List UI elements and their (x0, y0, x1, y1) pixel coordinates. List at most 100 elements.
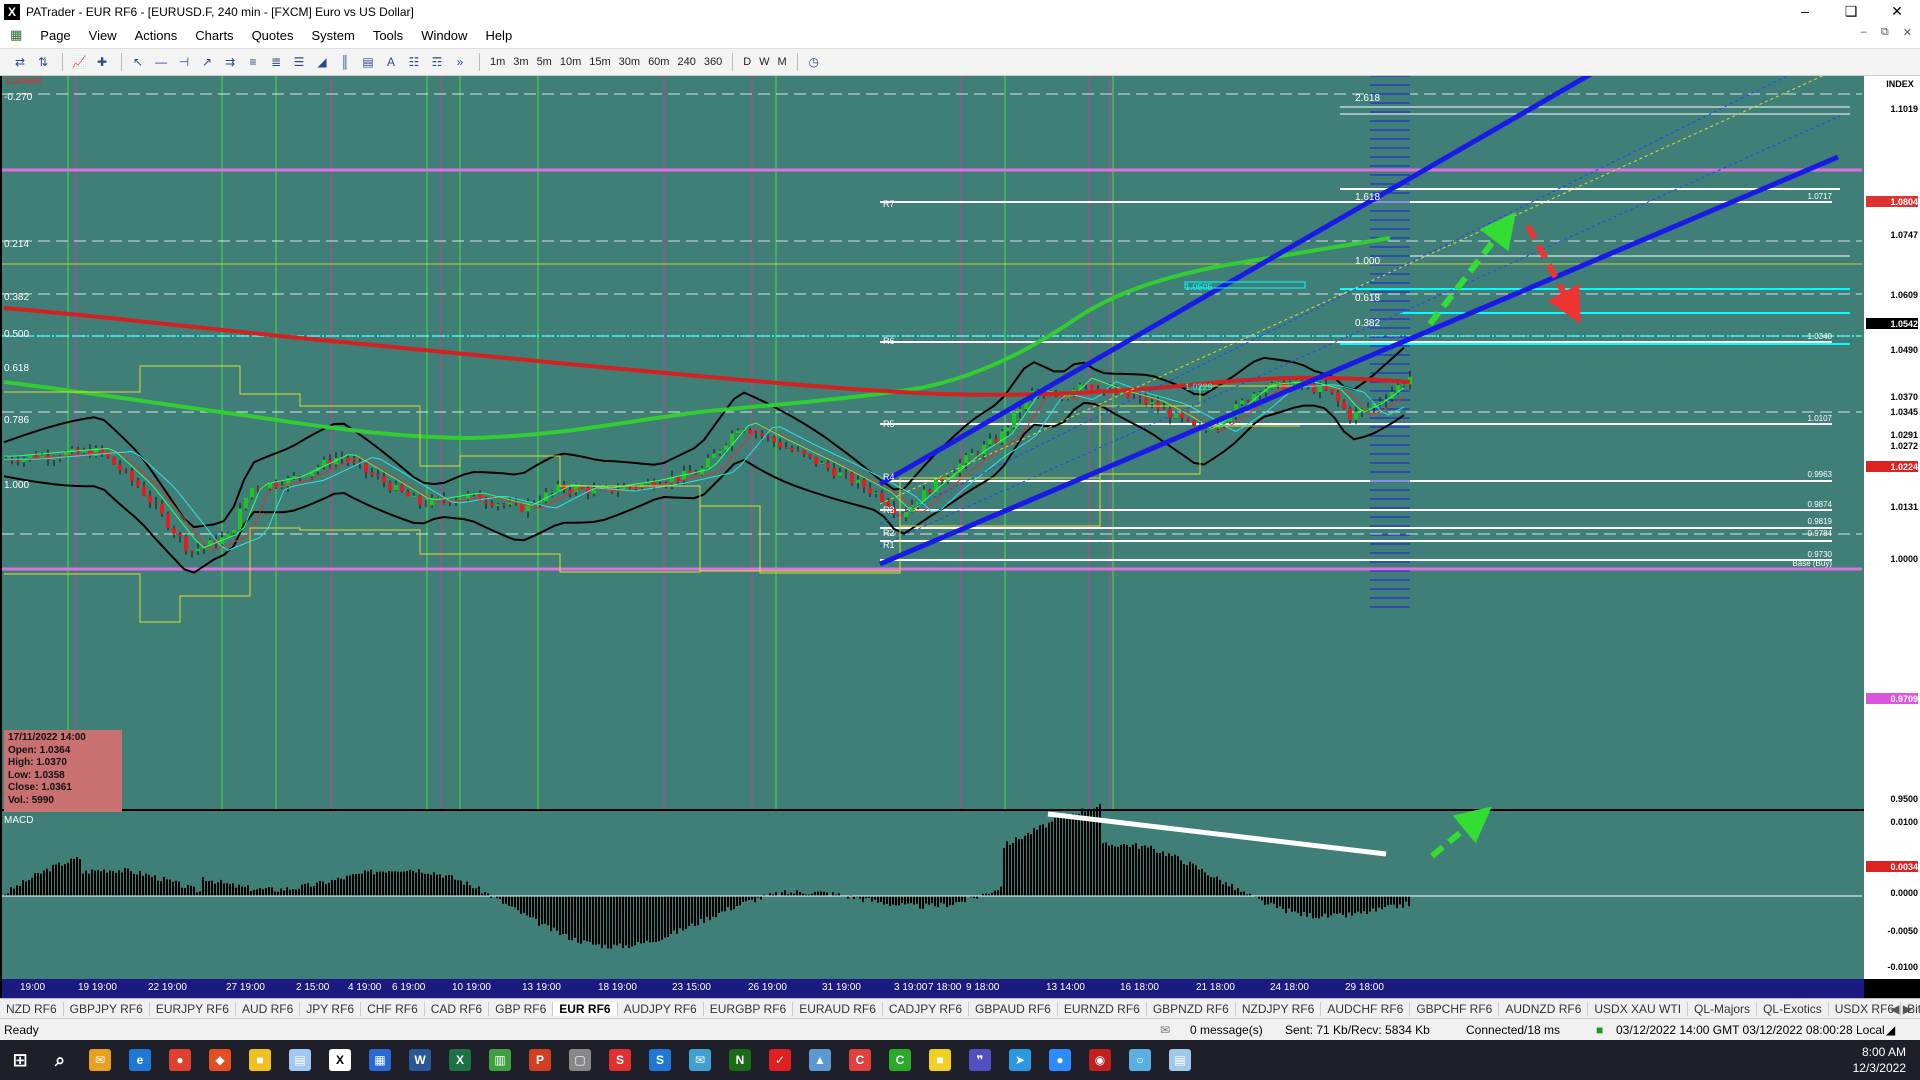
symbol-tab[interactable]: EURJPY RF6 (150, 1001, 236, 1016)
symbol-tab[interactable]: GBP RF6 (489, 1001, 554, 1016)
timeframe-360[interactable]: 360 (704, 56, 722, 68)
zoom-taskbar-icon[interactable]: ● (1040, 1040, 1080, 1080)
symbol-tab[interactable]: JPY RF6 (300, 1001, 362, 1016)
symbol-tab[interactable]: QL-Majors (1688, 1001, 1758, 1016)
trendline-tool-icon[interactable]: ↗ (197, 52, 217, 72)
pointer-icon[interactable]: ↖ (128, 52, 148, 72)
chrome-taskbar-icon[interactable]: ● (160, 1040, 200, 1080)
symbol-tab[interactable]: AUDCHF RF6 (1321, 1001, 1411, 1016)
symbol-tab[interactable]: GBPJPY RF6 (64, 1001, 150, 1016)
timeframe-10m[interactable]: 10m (560, 56, 581, 68)
menu-window[interactable]: Window (412, 28, 476, 43)
line-tool-icon[interactable]: — (151, 52, 171, 72)
symbol-tab[interactable]: NZDJPY RF6 (1236, 1001, 1322, 1016)
patrader-taskbar-icon[interactable]: X (320, 1040, 360, 1080)
fib-tool-icon[interactable]: ≡ (243, 52, 263, 72)
gann-tool-icon[interactable]: ◢ (312, 52, 332, 72)
levels-tool-icon[interactable]: ☷ (404, 52, 424, 72)
doc2-taskbar-icon[interactable]: ▤ (1160, 1040, 1200, 1080)
menu-help[interactable]: Help (476, 28, 521, 43)
telegram-taskbar-icon[interactable]: ➤ (1000, 1040, 1040, 1080)
timeframe-60m[interactable]: 60m (648, 56, 669, 68)
maximize-button[interactable]: ❑ (1828, 0, 1874, 24)
hline-tool-icon[interactable]: ⊣ (174, 52, 194, 72)
yellow-taskbar-icon[interactable]: ■ (920, 1040, 960, 1080)
symbol-tab[interactable]: EURAUD RF6 (793, 1001, 883, 1016)
text-tool-icon[interactable]: A (381, 52, 401, 72)
pitchfork-tool-icon[interactable]: ☰ (289, 52, 309, 72)
minimize-button[interactable]: – (1782, 0, 1828, 24)
menu-view[interactable]: View (80, 28, 126, 43)
mdi-restore-button[interactable]: ⧉ (1881, 26, 1889, 39)
timeframe-240[interactable]: 240 (677, 56, 695, 68)
levels2-tool-icon[interactable]: ☶ (427, 52, 447, 72)
timeframe-5m[interactable]: 5m (537, 56, 552, 68)
menu-quotes[interactable]: Quotes (243, 28, 303, 43)
s-app-taskbar-icon[interactable]: S (600, 1040, 640, 1080)
menu-actions[interactable]: Actions (126, 28, 187, 43)
circle-app-taskbar-icon[interactable]: ○ (1120, 1040, 1160, 1080)
timeframe-3m[interactable]: 3m (513, 56, 528, 68)
timeframe-d[interactable]: D (743, 56, 751, 68)
chart-area[interactable]: -0.270 0.214 0.382 0.500 0.618 0.786 1.000 Lock… (0, 76, 1920, 998)
symbol-tab[interactable]: USDX XAU WTI (1588, 1001, 1689, 1016)
menu-system[interactable]: System (302, 28, 363, 43)
mdi-close-button[interactable]: ✕ (1903, 26, 1912, 39)
timeframe-15m[interactable]: 15m (589, 56, 610, 68)
menu-tools[interactable]: Tools (364, 28, 412, 43)
purple-taskbar-icon[interactable]: ❞ (960, 1040, 1000, 1080)
red-app-taskbar-icon[interactable]: ✓ (760, 1040, 800, 1080)
start-taskbar-icon[interactable]: ⊞ (0, 1040, 40, 1080)
symbol-tab[interactable]: EURNZD RF6 (1058, 1001, 1147, 1016)
symbol-tab[interactable]: CAD RF6 (425, 1001, 490, 1016)
app-menu-icon[interactable]: ▦ (0, 27, 31, 43)
brave-taskbar-icon[interactable]: ◆ (200, 1040, 240, 1080)
symbol-tab[interactable]: NZD RF6 (0, 1001, 64, 1016)
charts-taskbar-icon[interactable]: ▥ (480, 1040, 520, 1080)
cycle-tool-icon[interactable]: ║ (335, 52, 355, 72)
symbol-tab[interactable]: AUD RF6 (236, 1001, 301, 1016)
c-green-taskbar-icon[interactable]: C (880, 1040, 920, 1080)
edge-taskbar-icon[interactable]: e (120, 1040, 160, 1080)
mdi-minimize-button[interactable]: – (1861, 26, 1867, 39)
timeframe-w[interactable]: W (759, 56, 769, 68)
symbol-tab[interactable]: CADJPY RF6 (883, 1001, 970, 1016)
symbol-tab[interactable]: AUDJPY RF6 (618, 1001, 704, 1016)
excel-taskbar-icon[interactable]: X (440, 1040, 480, 1080)
symbol-tab[interactable]: EUR RF6 (553, 1001, 618, 1016)
connect-icon[interactable]: ⇄ (10, 52, 30, 72)
symbol-tab[interactable]: CHF RF6 (361, 1001, 425, 1016)
symbol-tab[interactable]: QL-Exotics (1757, 1001, 1829, 1016)
channel-tool-icon[interactable]: ⇉ (220, 52, 240, 72)
box-tool-icon[interactable]: ▤ (358, 52, 378, 72)
more-tools-icon[interactable]: » (450, 52, 470, 72)
close-button[interactable]: ✕ (1874, 0, 1920, 24)
disconnect-icon[interactable]: ⇅ (33, 52, 53, 72)
s-blue-taskbar-icon[interactable]: S (640, 1040, 680, 1080)
timeframe-1m[interactable]: 1m (490, 56, 505, 68)
doc-taskbar-icon[interactable]: ▤ (280, 1040, 320, 1080)
c-red-taskbar-icon[interactable]: C (840, 1040, 880, 1080)
taskbar-clock[interactable]: 8:00 AM 12/3/2022 (1853, 1044, 1906, 1076)
symbol-tab[interactable]: GBPAUD RF6 (969, 1001, 1058, 1016)
menu-charts[interactable]: Charts (186, 28, 242, 43)
symbol-tab[interactable]: EURGBP RF6 (704, 1001, 794, 1016)
calculator-taskbar-icon[interactable]: ▦ (360, 1040, 400, 1080)
clock-icon[interactable]: ◷ (804, 52, 824, 72)
symbol-tab[interactable]: AUDNZD RF6 (1499, 1001, 1589, 1016)
green-n-taskbar-icon[interactable]: N (720, 1040, 760, 1080)
folder-taskbar-icon[interactable]: ■ (240, 1040, 280, 1080)
word-taskbar-icon[interactable]: W (400, 1040, 440, 1080)
search-taskbar-icon[interactable]: ⌕ (40, 1040, 80, 1080)
price-chart[interactable]: -0.270 0.214 0.382 0.500 0.618 0.786 1.000 Lock… (0, 76, 1920, 998)
mail-taskbar-icon[interactable]: ✉ (80, 1040, 120, 1080)
outlook-taskbar-icon[interactable]: ✉ (680, 1040, 720, 1080)
red-round-taskbar-icon[interactable]: ◉ (1080, 1040, 1120, 1080)
blue-app-taskbar-icon[interactable]: ▲ (800, 1040, 840, 1080)
symbol-tab[interactable]: GBPCHF RF6 (1410, 1001, 1500, 1016)
menu-page[interactable]: Page (31, 28, 79, 43)
notes-taskbar-icon[interactable]: ▢ (560, 1040, 600, 1080)
crosshair-icon[interactable]: ✚ (92, 52, 112, 72)
timeframe-m[interactable]: M (778, 56, 787, 68)
powerpoint-taskbar-icon[interactable]: P (520, 1040, 560, 1080)
